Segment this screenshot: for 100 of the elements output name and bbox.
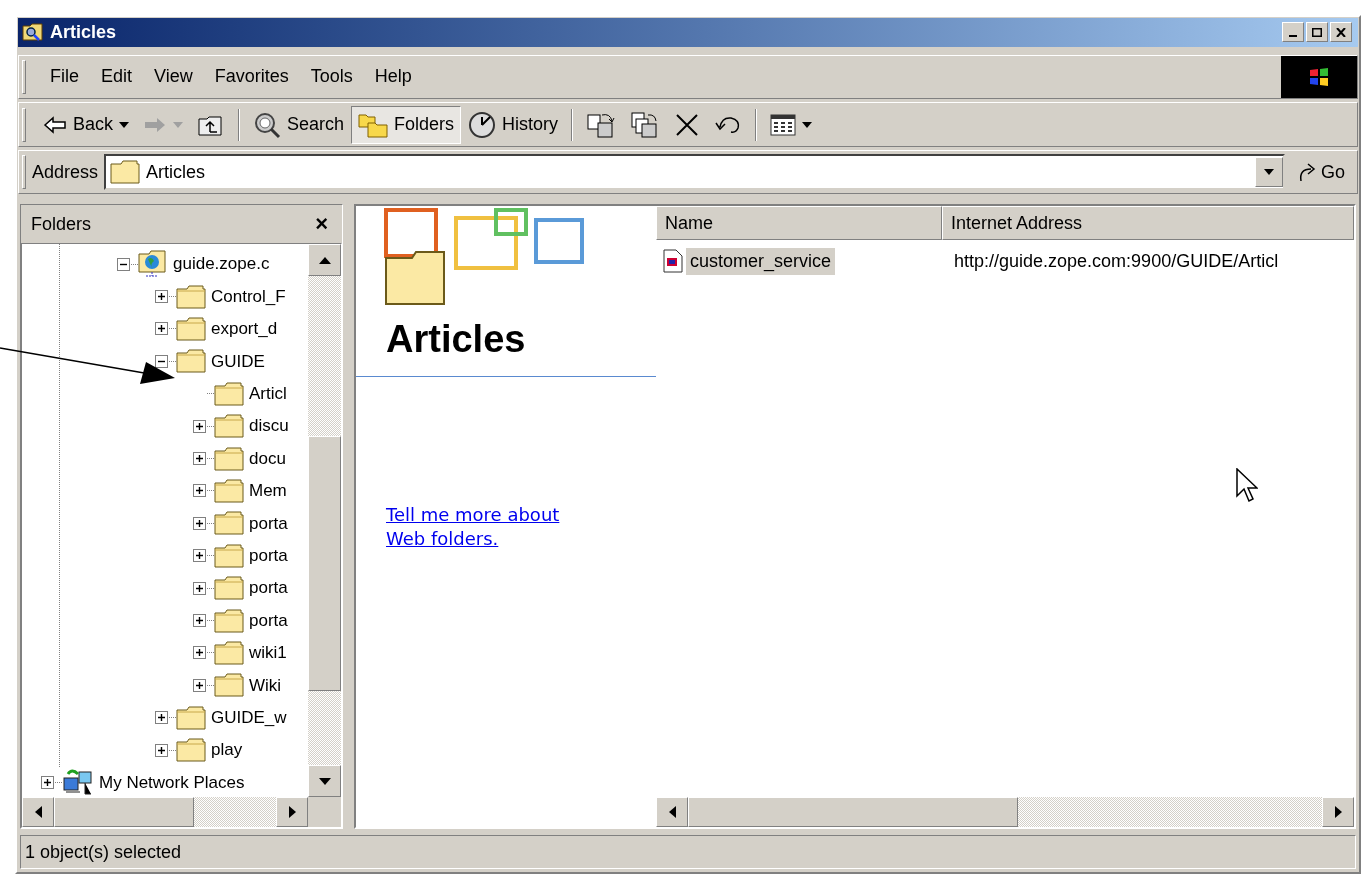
tree-item[interactable]: docu xyxy=(249,445,286,472)
file-icon xyxy=(662,249,684,273)
views-grid-icon xyxy=(770,112,797,137)
menu-item[interactable]: Favorites xyxy=(204,63,299,91)
column-header[interactable]: Name xyxy=(656,206,942,240)
folder-icon xyxy=(214,381,244,406)
expand-toggle[interactable] xyxy=(41,775,54,789)
expand-toggle[interactable] xyxy=(193,581,206,595)
caret-icon[interactable] xyxy=(802,121,813,128)
tree-item[interactable]: Wiki xyxy=(249,672,282,699)
tree-item[interactable]: porta xyxy=(249,542,288,569)
tree-item[interactable]: export_d xyxy=(211,316,278,342)
tree-item[interactable]: discu xyxy=(249,413,289,439)
file-name[interactable]: customer_service xyxy=(686,247,836,275)
expand-toggle[interactable] xyxy=(193,419,206,433)
scroll-right-button[interactable] xyxy=(276,797,308,827)
mouse-cursor-icon xyxy=(1236,468,1258,504)
folders-button[interactable]: Folders xyxy=(351,105,462,144)
collapse-toggle[interactable] xyxy=(155,354,168,368)
history-button[interactable]: History xyxy=(461,105,566,144)
expand-toggle[interactable] xyxy=(193,452,206,466)
column-header[interactable]: Internet Address xyxy=(942,206,1354,240)
dropdown-button[interactable] xyxy=(1255,157,1283,188)
scroll-thumb[interactable] xyxy=(688,797,1018,827)
scroll-left-button[interactable] xyxy=(22,797,54,827)
go-button[interactable]: Go xyxy=(1285,158,1357,186)
menu-item[interactable]: File xyxy=(40,63,89,91)
folder-icon xyxy=(176,284,206,309)
scroll-right-button[interactable] xyxy=(1322,797,1354,827)
folder-search-icon xyxy=(22,22,44,43)
collapse-toggle[interactable] xyxy=(117,257,130,271)
scroll-thumb[interactable] xyxy=(308,436,341,691)
folder-icon xyxy=(176,705,206,730)
horizontal-scrollbar[interactable] xyxy=(656,797,1354,827)
vertical-scrollbar[interactable] xyxy=(308,244,341,797)
left-triangle-icon xyxy=(34,806,42,818)
help-link[interactable]: Tell me more about Web folders. xyxy=(386,503,601,551)
back-button[interactable]: Back xyxy=(36,105,137,144)
folder-icon xyxy=(214,673,244,698)
clock-icon xyxy=(468,110,497,139)
tree-item[interactable]: GUIDE_w xyxy=(211,704,287,731)
left-triangle-icon xyxy=(668,806,676,818)
tree-item[interactable]: guide.zope.c xyxy=(173,251,270,277)
expand-toggle[interactable] xyxy=(193,614,206,627)
expand-toggle[interactable] xyxy=(193,516,206,530)
expand-toggle[interactable] xyxy=(193,678,206,692)
expand-toggle[interactable] xyxy=(193,484,206,498)
scroll-thumb[interactable] xyxy=(54,797,194,827)
caret-icon[interactable] xyxy=(119,121,130,128)
expand-toggle[interactable] xyxy=(193,549,206,563)
minimize-icon xyxy=(1289,35,1297,38)
menu-item[interactable]: Tools xyxy=(300,63,363,91)
pane-title: Folders xyxy=(31,212,93,236)
folder-icon xyxy=(214,543,244,568)
window-title: Articles xyxy=(50,20,118,44)
down-triangle-icon xyxy=(318,777,331,785)
tree-item[interactable]: play xyxy=(211,737,243,763)
horizontal-scrollbar[interactable] xyxy=(22,797,308,827)
scroll-up-button[interactable] xyxy=(308,244,341,276)
web-folder-icon xyxy=(138,250,168,279)
tree-item[interactable]: Mem xyxy=(249,478,287,504)
back-arrow-icon xyxy=(43,115,67,134)
network-computers-icon xyxy=(62,768,94,797)
up-triangle-icon xyxy=(318,256,331,264)
expand-toggle[interactable] xyxy=(193,646,206,660)
tree-item[interactable]: porta xyxy=(249,575,288,601)
tree-item[interactable]: Control_F xyxy=(211,283,286,310)
maximize-button[interactable] xyxy=(1306,22,1328,43)
folder-icon xyxy=(214,608,244,633)
maximize-icon xyxy=(1312,27,1322,37)
close-button[interactable] xyxy=(1330,22,1352,43)
close-button[interactable]: × xyxy=(311,213,332,235)
tree-item[interactable]: GUIDE xyxy=(211,348,265,375)
menu-item[interactable]: View xyxy=(144,63,203,91)
tree-item[interactable]: porta xyxy=(249,510,288,537)
tree-item[interactable]: wiki1 xyxy=(249,640,287,666)
expand-toggle[interactable] xyxy=(155,290,168,304)
menu-item[interactable]: Help xyxy=(364,63,422,91)
address-field[interactable]: Articles xyxy=(104,154,1285,191)
menu-item[interactable]: Edit xyxy=(91,63,143,91)
folder-heading: Articles xyxy=(386,320,527,358)
tree-item[interactable]: My Network Places xyxy=(99,769,245,796)
folder-icon xyxy=(214,478,244,503)
folder-icon xyxy=(176,317,206,341)
expand-toggle[interactable] xyxy=(155,322,168,336)
caret-icon[interactable] xyxy=(1264,169,1274,176)
scroll-left-button[interactable] xyxy=(656,797,688,827)
tree-item[interactable]: porta xyxy=(249,607,288,634)
scroll-down-button[interactable] xyxy=(308,765,341,797)
scrollbar-corner xyxy=(308,797,341,827)
minimize-button[interactable] xyxy=(1282,22,1304,43)
tree-item[interactable]: Articl xyxy=(249,381,287,407)
folder-icon xyxy=(176,738,206,763)
search-button[interactable]: Search xyxy=(246,105,352,144)
expand-toggle[interactable] xyxy=(155,743,168,757)
expand-toggle[interactable] xyxy=(155,711,168,725)
address-label: Address xyxy=(32,160,99,184)
delete-x-icon xyxy=(674,111,701,138)
status-bar: 1 object(s) selected xyxy=(20,835,1356,869)
folder-icon xyxy=(214,446,244,471)
